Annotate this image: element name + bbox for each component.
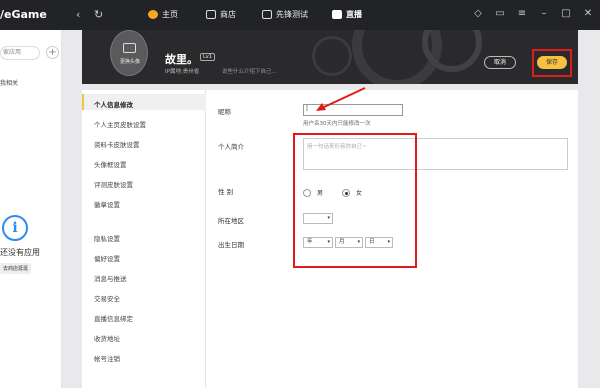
annotation-arrow [316, 87, 366, 111]
